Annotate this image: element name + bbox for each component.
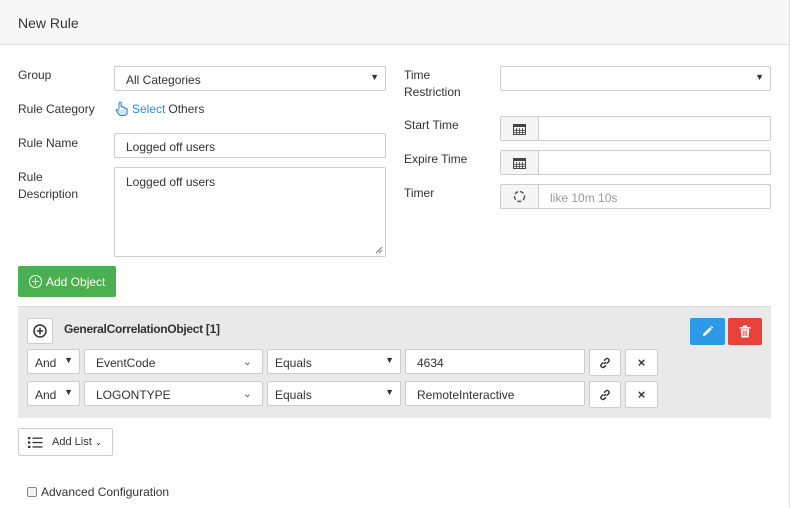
advanced-configuration-checkbox[interactable] bbox=[27, 487, 37, 497]
delete-object-button[interactable] bbox=[728, 318, 762, 345]
remove-condition-button[interactable]: × bbox=[625, 349, 658, 376]
condition-operator-value: Equals bbox=[275, 388, 312, 402]
select-category-link[interactable]: Select bbox=[132, 102, 165, 116]
chevron-down-icon: ⌄ bbox=[242, 388, 252, 400]
chevron-down-icon: ⌄ bbox=[242, 356, 252, 368]
caret-down-icon: ▼ bbox=[64, 387, 73, 397]
add-object-label: Add Object bbox=[46, 274, 106, 289]
caret-down-icon: ▼ bbox=[64, 355, 73, 365]
timer-addon bbox=[501, 185, 539, 208]
link-condition-button[interactable] bbox=[589, 381, 621, 408]
link-condition-button[interactable] bbox=[589, 349, 621, 376]
plus-circle-icon bbox=[29, 275, 42, 288]
rule-description-textarea[interactable]: Logged off users bbox=[114, 167, 386, 257]
resize-handle-icon[interactable] bbox=[375, 246, 383, 254]
link-icon bbox=[600, 389, 610, 400]
rule-name-label: Rule Name bbox=[18, 136, 79, 150]
spinner-icon bbox=[513, 190, 526, 203]
expire-time-label: Expire Time bbox=[404, 152, 468, 166]
close-icon: × bbox=[637, 355, 646, 370]
condition-operator-select[interactable]: Equals ▼ bbox=[267, 381, 401, 406]
pencil-icon bbox=[703, 325, 714, 336]
modal-header: New Rule bbox=[0, 0, 789, 45]
condition-operator-select[interactable]: Equals ▼ bbox=[267, 349, 401, 374]
condition-field-value: EventCode bbox=[96, 356, 156, 370]
timer-label: Timer bbox=[404, 186, 435, 200]
condition-operator-value: Equals bbox=[275, 356, 312, 370]
condition-field-select[interactable]: LOGONTYPE ⌄ bbox=[84, 381, 263, 406]
expire-time-input[interactable] bbox=[500, 150, 771, 175]
rule-category-selector: Select Others bbox=[115, 101, 204, 116]
object-title: GeneralCorrelationObject [1] bbox=[64, 322, 220, 336]
rule-name-input[interactable]: Logged off users bbox=[114, 133, 386, 158]
condition-logic-value: And bbox=[35, 388, 57, 402]
others-text: Others bbox=[168, 101, 205, 116]
condition-value-input[interactable]: 4634 bbox=[405, 349, 585, 374]
time-restriction-label: Time bbox=[404, 68, 431, 82]
trash-icon bbox=[739, 325, 751, 338]
group-label: Group bbox=[18, 68, 52, 82]
plus-circle-icon bbox=[33, 324, 47, 338]
caret-down-icon: ▼ bbox=[755, 72, 764, 82]
chevron-down-icon: ⌄ bbox=[94, 436, 103, 447]
expire-time-calendar-button[interactable] bbox=[501, 151, 539, 174]
rule-description-label: Rule bbox=[18, 170, 43, 184]
condition-logic-value: And bbox=[35, 356, 57, 370]
start-time-calendar-button[interactable] bbox=[501, 117, 539, 140]
condition-logic-select[interactable]: And ▼ bbox=[27, 381, 80, 406]
condition-logic-select[interactable]: And ▼ bbox=[27, 349, 80, 374]
list-icon bbox=[28, 436, 43, 448]
rule-name-value: Logged off users bbox=[126, 140, 216, 154]
condition-field-value: LOGONTYPE bbox=[96, 388, 171, 402]
add-list-label: Add List bbox=[52, 436, 92, 448]
condition-field-select[interactable]: EventCode ⌄ bbox=[84, 349, 263, 374]
rule-description-label-2: Description bbox=[18, 187, 79, 201]
timer-input[interactable]: like 10m 10s bbox=[500, 184, 771, 209]
add-list-button[interactable]: Add List ⌄ bbox=[18, 428, 113, 456]
add-object-button[interactable]: Add Object bbox=[18, 266, 116, 297]
hand-pointer-icon bbox=[115, 101, 128, 116]
condition-value-input[interactable]: RemoteInteractive bbox=[405, 381, 585, 406]
caret-down-icon: ▼ bbox=[385, 355, 394, 365]
timer-placeholder: like 10m 10s bbox=[550, 191, 618, 205]
calendar-icon bbox=[513, 123, 526, 135]
time-restriction-select[interactable]: ▼ bbox=[500, 66, 771, 91]
group-select[interactable]: All Categories ▼ bbox=[114, 66, 386, 91]
close-icon: × bbox=[637, 387, 646, 402]
caret-down-icon: ▼ bbox=[385, 387, 394, 397]
condition-value: 4634 bbox=[417, 356, 444, 370]
edit-object-button[interactable] bbox=[690, 318, 725, 345]
start-time-label: Start Time bbox=[404, 118, 459, 132]
link-icon bbox=[600, 357, 610, 368]
group-select-value: All Categories bbox=[126, 73, 201, 87]
advanced-configuration-option[interactable]: Advanced Configuration bbox=[27, 485, 169, 499]
correlation-object-panel: GeneralCorrelationObject [1] And ▼ Event… bbox=[18, 306, 771, 418]
calendar-icon bbox=[513, 157, 526, 169]
expand-object-button[interactable] bbox=[27, 318, 53, 344]
advanced-configuration-label: Advanced Configuration bbox=[41, 485, 170, 499]
rule-description-value: Logged off users bbox=[126, 175, 216, 189]
remove-condition-button[interactable]: × bbox=[625, 381, 658, 408]
time-restriction-label-2: Restriction bbox=[404, 85, 461, 99]
start-time-input[interactable] bbox=[500, 116, 771, 141]
condition-value: RemoteInteractive bbox=[417, 388, 515, 402]
rule-category-label: Rule Category bbox=[18, 102, 95, 116]
page-title: New Rule bbox=[18, 15, 79, 31]
caret-down-icon: ▼ bbox=[370, 72, 379, 82]
